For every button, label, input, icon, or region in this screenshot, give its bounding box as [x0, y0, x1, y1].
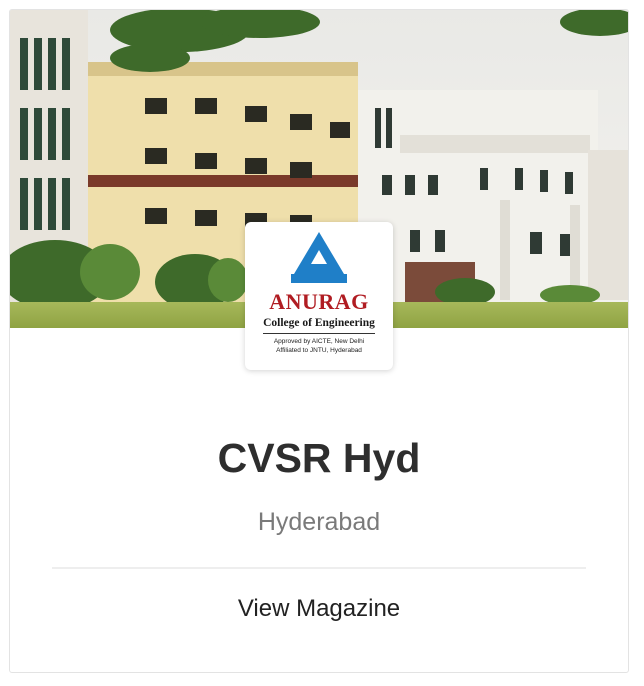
card-location: Hyderabad	[257, 508, 381, 536]
view-magazine-link[interactable]: View Magazine	[10, 592, 628, 626]
card-divider	[52, 567, 586, 569]
logo-approved-text: Approved by AICTE, New Delhi	[273, 338, 365, 345]
logo-emblem-icon	[291, 232, 347, 283]
logo-affiliated-text: Affiliated to JNTU, Hyderabad	[276, 347, 362, 354]
logo-brand-name: ANURAG	[269, 289, 369, 314]
logo-divider	[263, 333, 375, 334]
magazine-card: ANURAG College of Engineering Approved b…	[9, 9, 629, 673]
college-logo: ANURAG College of Engineering Approved b…	[245, 222, 393, 370]
logo-college-name: College of Engineering	[263, 317, 375, 329]
card-title: CVSR Hyd	[217, 435, 421, 481]
